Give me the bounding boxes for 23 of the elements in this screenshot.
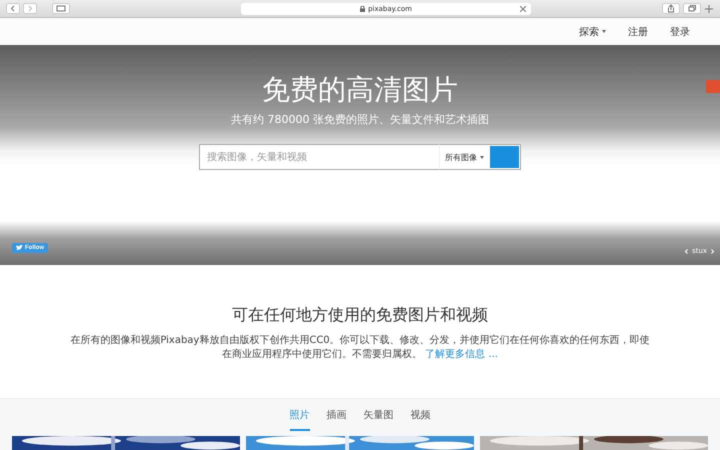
- search-field[interactable]: 搜索图像，矢量和视频: [199, 144, 439, 170]
- nav-link[interactable]: 注册: [628, 24, 648, 38]
- description-text: 在所有的图像和视频Pixabay释放自由版权下创作共用CC0。你可以下载、修改、分发，并使用它们在任何你喜欢的任何东西，即使在商业应用程序中使用它们。不需要归属权。 了解更多信息 ...: [70, 334, 650, 362]
- category-tab[interactable]: 视频: [410, 399, 430, 431]
- sidebar-icon[interactable]: [52, 3, 70, 14]
- nav-link[interactable]: 登录: [670, 24, 690, 38]
- search-button[interactable]: [489, 144, 521, 170]
- back-icon[interactable]: [6, 3, 20, 14]
- share-icon[interactable]: [662, 3, 680, 14]
- tabs-icon[interactable]: [683, 3, 701, 14]
- category-tab[interactable]: 插画: [326, 399, 346, 431]
- chevron-right-icon[interactable]: [711, 248, 714, 254]
- lock-icon: [360, 6, 366, 12]
- bird-icon: [16, 245, 23, 251]
- filter-dropdown[interactable]: 所有图像: [439, 144, 489, 170]
- chevron-left-icon[interactable]: [685, 248, 688, 254]
- category-tab[interactable]: 矢量图: [364, 399, 394, 431]
- hero-subtitle: 共有约 780000 张免费的照片、矢量文件和艺术插图: [231, 113, 489, 127]
- close-icon[interactable]: [520, 6, 526, 12]
- nav-link[interactable]: 探索: [579, 24, 606, 38]
- hero-title: 免费的高清图片: [262, 73, 458, 107]
- section-heading: 可在任何地方使用的免费图片和视频: [232, 305, 488, 325]
- new-tab-icon[interactable]: [704, 4, 714, 14]
